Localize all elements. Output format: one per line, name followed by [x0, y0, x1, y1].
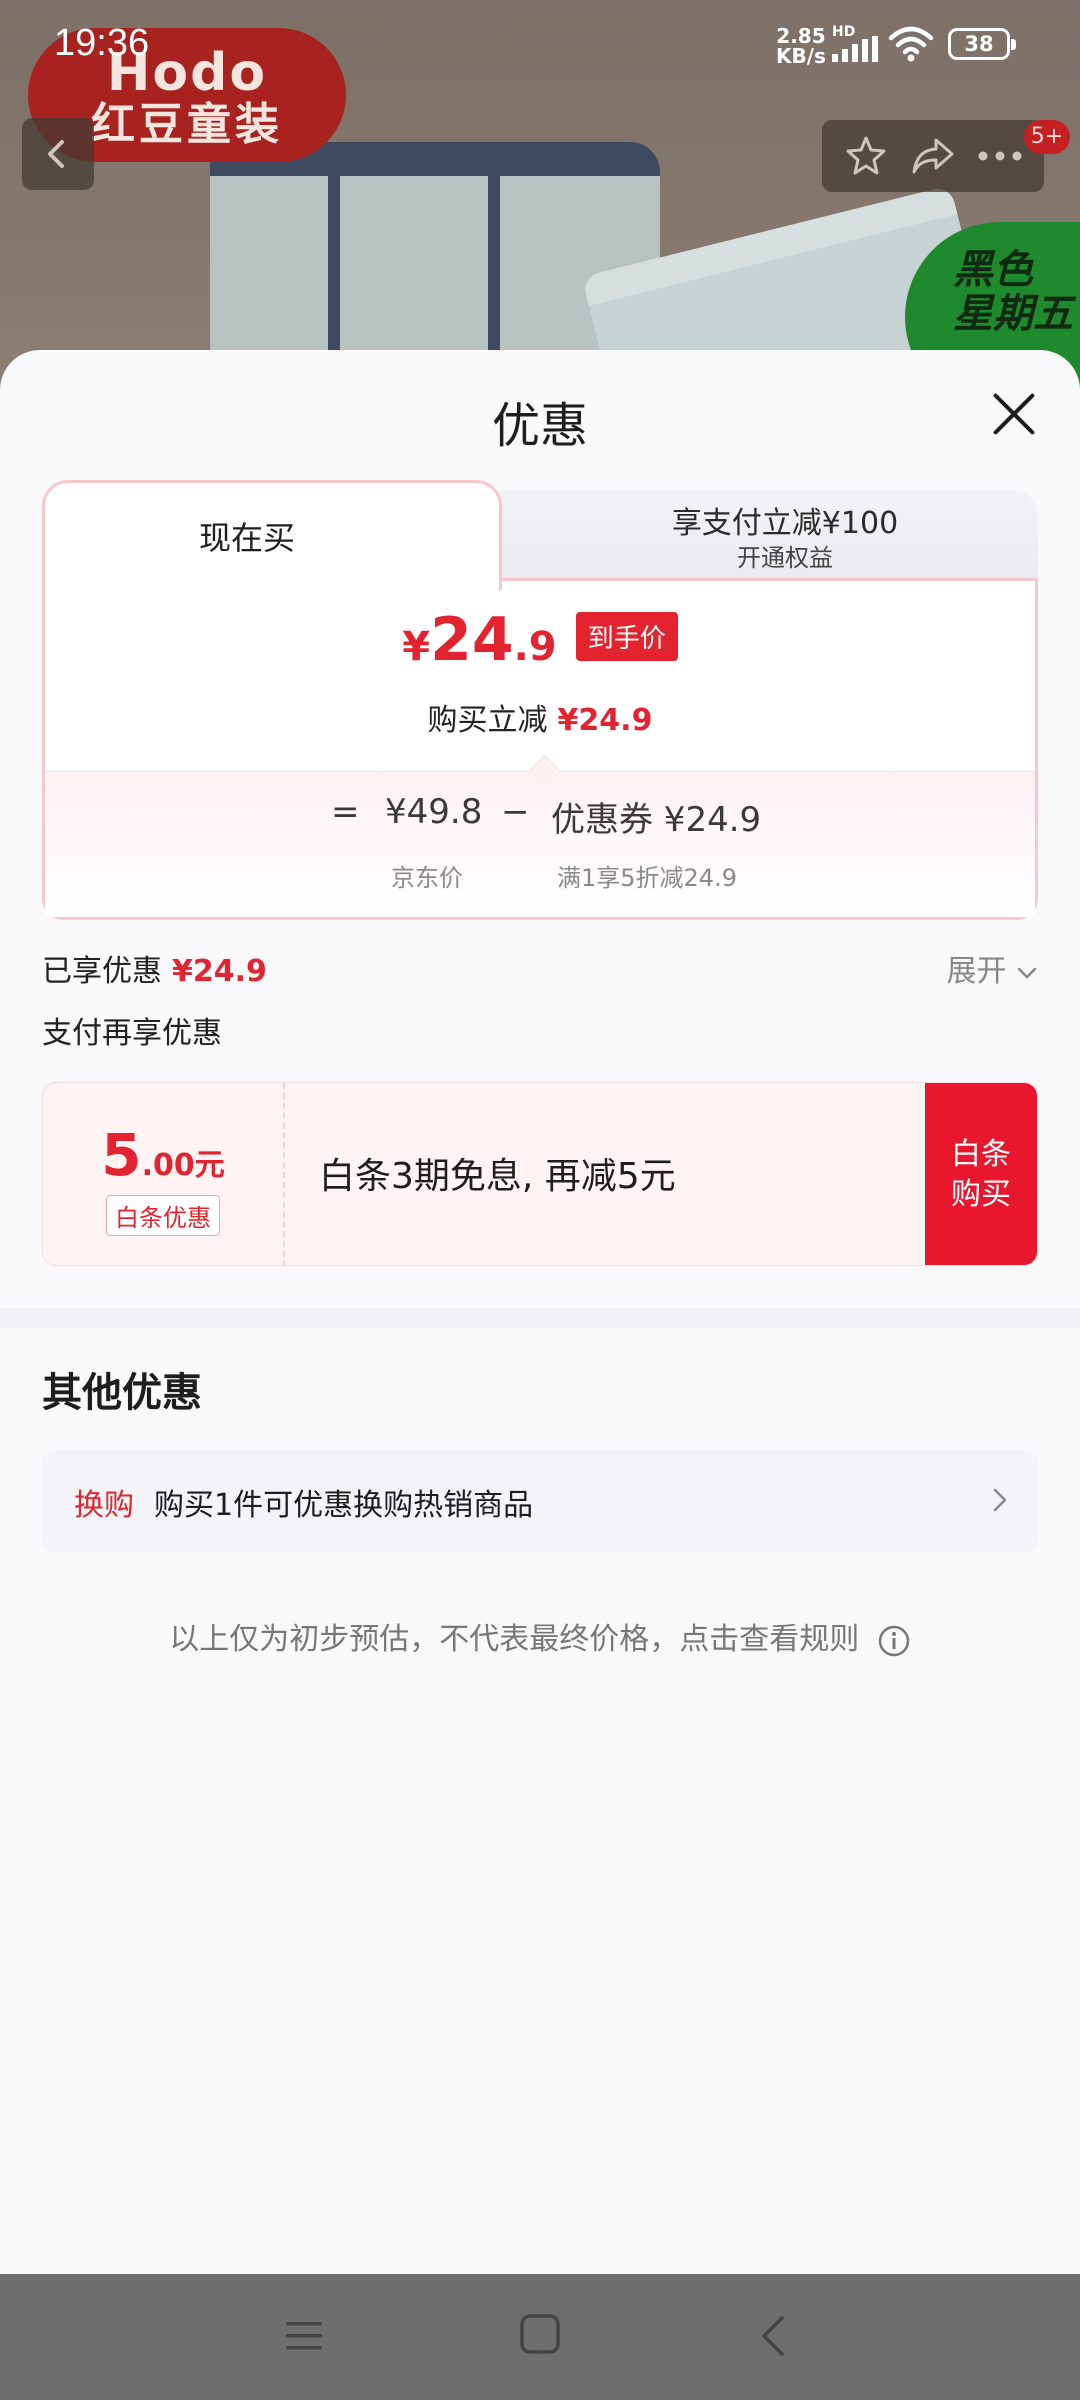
jd-price: ¥49.8 — [385, 792, 483, 832]
minus-sign: − — [501, 792, 530, 832]
more-button[interactable] — [970, 126, 1030, 186]
disclaimer[interactable]: 以上仅为初步预估，不代表最终价格，点击查看规则 — [0, 1614, 1080, 1658]
baitiao-offer-card: 5.00元 白条优惠 白条3期免息, 再减5元 白条 购买 — [42, 1082, 1038, 1266]
jd-price-label: 京东价 — [391, 864, 463, 892]
chevron-down-icon — [1017, 967, 1037, 979]
status-bar: 19:36 2.85 KB/s HD 38 — [0, 0, 1080, 90]
final-price-row: ¥24.9 到手价 — [45, 605, 1035, 675]
home-icon[interactable] — [518, 2312, 562, 2356]
other-offers-title: 其他优惠 — [42, 1370, 202, 1416]
wifi-icon — [888, 26, 934, 62]
favorite-button[interactable] — [836, 126, 896, 186]
network-speed: 2.85 KB/s — [776, 24, 826, 68]
disclaimer-text: 以上仅为初步预估，不代表最终价格，点击查看规则 — [169, 1622, 860, 1657]
tab-buy-now[interactable]: 现在买 — [42, 480, 502, 590]
share-button[interactable] — [903, 126, 963, 186]
chevron-left-icon — [48, 140, 64, 168]
back-icon[interactable] — [758, 2314, 788, 2358]
chevron-right-icon — [993, 1488, 1007, 1512]
share-icon — [912, 138, 954, 174]
baitiao-amount: 5.00元 — [101, 1121, 225, 1189]
enjoyed-amount: ¥24.9 — [172, 954, 267, 989]
message-count-badge: 5+ — [1024, 120, 1070, 154]
price-card: 现在买 享支付立减¥100 开通权益 ¥24.9 到手价 购买立减 ¥24.9 =… — [42, 480, 1038, 920]
tab-pay-discount-label: 享支付立减¥100 — [671, 506, 899, 541]
battery-icon: 38 — [948, 28, 1016, 60]
more-icon — [978, 151, 1022, 161]
swap-text: 购买1件可优惠换购热销商品 — [154, 1488, 534, 1523]
swap-tag: 换购 — [74, 1488, 134, 1523]
tab-pay-discount[interactable]: 享支付立减¥100 开通权益 — [462, 490, 1038, 590]
pay-more-title: 支付再享优惠 — [42, 1016, 222, 1051]
star-icon — [846, 136, 886, 175]
section-divider — [0, 1308, 1080, 1328]
enjoyed-discount: 已享优惠 ¥24.9 展开 — [42, 946, 1038, 989]
signal-icon — [832, 36, 878, 62]
discount-sheet: 优惠 现在买 享支付立减¥100 开通权益 ¥24.9 到手价 购买立减 ¥24.… — [0, 350, 1080, 2274]
coupon-amount: 优惠券 ¥24.9 — [551, 800, 762, 840]
product-actions — [822, 120, 1044, 192]
sheet-title: 优惠 — [491, 398, 588, 454]
swap-offer-row[interactable]: 换购 购买1件可优惠换购热销商品 — [42, 1450, 1038, 1552]
info-icon — [878, 1625, 910, 1656]
status-time: 19:36 — [54, 22, 150, 64]
coupon-label: 满1享5折减24.9 — [557, 864, 737, 892]
enjoyed-label: 已享优惠 — [42, 954, 162, 989]
baitiao-buy-button[interactable]: 白条 购买 — [925, 1083, 1037, 1265]
system-nav-bar — [0, 2274, 1080, 2400]
screen: Hodo 红豆童装 黑色 星期五 5+ 19:36 2.85 KB/s HD 3… — [0, 0, 1080, 2400]
tab-pay-discount-sublabel: 开通权益 — [737, 544, 833, 572]
baitiao-amount-box: 5.00元 白条优惠 — [43, 1083, 285, 1265]
price-card-body: ¥24.9 到手价 购买立减 ¥24.9 = ¥49.8 − 优惠券 ¥24.9 … — [42, 578, 1038, 920]
baitiao-tag: 白条优惠 — [106, 1195, 220, 1236]
close-icon[interactable] — [984, 384, 1044, 444]
tab-buy-now-label: 现在买 — [198, 519, 295, 557]
purchase-discount: 购买立减 ¥24.9 — [427, 703, 653, 738]
price-breakdown: = ¥49.8 − 优惠券 ¥24.9 京东价 满1享5折减24.9 — [45, 771, 1035, 917]
baitiao-offer-text: 白条3期免息, 再减5元 — [319, 1156, 676, 1197]
expand-button[interactable]: 展开 — [946, 946, 1038, 990]
menu-icon[interactable] — [284, 2316, 324, 2356]
final-price-tag: 到手价 — [575, 612, 678, 661]
back-button[interactable] — [22, 118, 94, 190]
final-price: ¥24.9 — [402, 605, 557, 675]
equals-sign: = — [331, 792, 360, 832]
